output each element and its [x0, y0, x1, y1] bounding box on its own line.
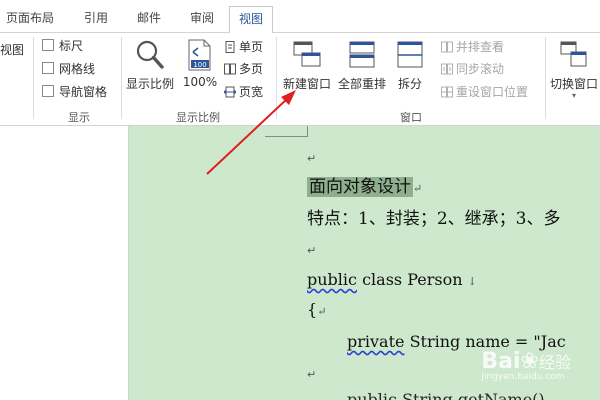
annotation-arrow — [206, 90, 296, 175]
